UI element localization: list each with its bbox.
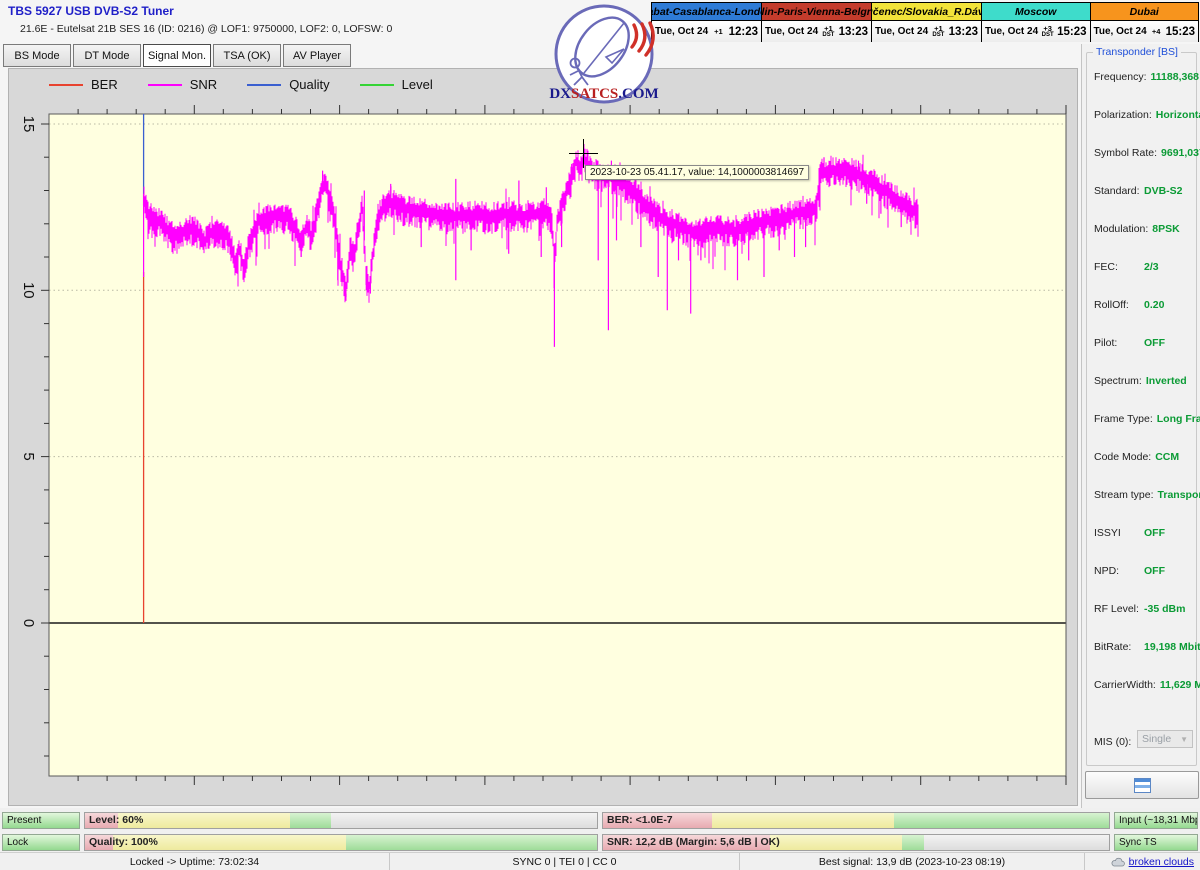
tab-tsa-ok-[interactable]: TSA (OK) <box>213 44 281 67</box>
signal-chart-panel: 0 5 10 15 BER SNR Quality Level <box>8 68 1078 806</box>
meters-area: Present Lock Input (~18,31 Mbps) Sync TS Lev… <box>0 808 1200 852</box>
weather-link[interactable]: broken clouds <box>1129 856 1194 868</box>
transponder-row-bitrate-: BitRate:19,198 Mbit/s <box>1094 641 1200 653</box>
status-best-signal: Best signal: 13,9 dB (2023-10-23 08:19) <box>740 853 1085 870</box>
world-clocks: Rabat-Casablanca-LondonTue, Oct 24+112:2… <box>652 2 1199 42</box>
transponder-row-npd-: NPD:OFF <box>1094 565 1165 577</box>
mis-select[interactable]: Single ▼ <box>1137 730 1193 748</box>
transponder-row-symbol-rate-: Symbol Rate:9691,037 KS/s <box>1094 147 1200 159</box>
transponder-row-fec-: FEC:2/3 <box>1094 261 1159 273</box>
transponder-groupbox: Transponder [BS] Frequency:11188,368 MHz… <box>1086 52 1197 766</box>
svg-text:5: 5 <box>20 452 37 460</box>
meter-label-snr: SNR: 12,2 dB (Margin: 5,6 dB | OK) <box>607 836 780 848</box>
clock-2: Lučenec/Slovakia_R.DávidTue, Oct 24+1DST… <box>871 2 982 42</box>
status-bar: Locked -> Uptime: 73:02:34 SYNC 0 | TEI … <box>0 852 1200 870</box>
transponder-row-polarization-: Polarization:Horizontal <box>1094 109 1200 121</box>
transponder-row-standard-: Standard:DVB-S2 <box>1094 185 1183 197</box>
svg-text:10: 10 <box>20 282 37 299</box>
clock-date: Tue, Oct 24 <box>655 26 708 37</box>
chart-tooltip: 2023-10-23 05.41.17, value: 14,100000381… <box>585 165 809 180</box>
meter-level: Level: 60% <box>84 812 598 829</box>
meter-quality: Quality: 100% <box>84 834 598 851</box>
cloud-icon <box>1111 857 1125 867</box>
legend-item-ber: BER <box>49 77 118 92</box>
clock-city: Lučenec/Slovakia_R.Dávid <box>872 3 981 21</box>
legend-item-level: Level <box>360 77 433 92</box>
layers-icon <box>1134 778 1151 793</box>
meter-snr: SNR: 12,2 dB (Margin: 5,6 dB | OK) <box>602 834 1110 851</box>
app-window: TBS 5927 USB DVB-S2 Tuner 21.6E - Eutels… <box>0 0 1200 870</box>
mis-label: MIS (0): <box>1094 736 1140 748</box>
clock-date: Tue, Oct 24 <box>875 26 928 37</box>
clock-city: Moscow <box>982 3 1090 21</box>
clock-time: 13:23 <box>949 26 978 38</box>
clock-date: Tue, Oct 24 <box>1094 26 1147 37</box>
clock-city: Dubai <box>1091 3 1199 21</box>
clock-0: Rabat-Casablanca-LondonTue, Oct 24+112:2… <box>651 2 762 42</box>
meter-label-ber: BER: <1.0E-7 <box>607 814 673 826</box>
status-weather: broken clouds <box>1085 853 1200 870</box>
legend-item-snr: SNR <box>148 77 217 92</box>
clock-time: 12:23 <box>729 26 758 38</box>
badge-present: Present <box>2 812 80 829</box>
transponder-row-rf-level-: RF Level:-35 dBm <box>1094 603 1185 615</box>
tab-av-player[interactable]: AV Player <box>283 44 351 67</box>
transponder-row-code-mode-: Code Mode:CCM <box>1094 451 1179 463</box>
clock-time: 13:23 <box>839 26 868 38</box>
chevron-down-icon: ▼ <box>1180 735 1188 744</box>
svg-text:0: 0 <box>20 619 37 627</box>
transponder-panel: Transponder [BS] Frequency:11188,368 MHz… <box>1081 44 1200 870</box>
clock-4: DubaiTue, Oct 24+415:23 <box>1090 2 1200 42</box>
window-title: TBS 5927 USB DVB-S2 Tuner <box>8 4 174 18</box>
clock-date: Tue, Oct 24 <box>985 26 1038 37</box>
transponder-row-frequency-: Frequency:11188,368 MHz <box>1094 71 1200 83</box>
dxsatcs-logo: DXSATCS.COM <box>548 1 660 112</box>
meter-label-level: Level: 60% <box>89 814 143 826</box>
transponder-row-rolloff-: RollOff:0.20 <box>1094 299 1164 311</box>
tab-bs-mode[interactable]: BS Mode <box>3 44 71 67</box>
clock-date: Tue, Oct 24 <box>765 26 818 37</box>
status-lock: Locked -> Uptime: 73:02:34 <box>0 853 390 870</box>
clock-city: Rabat-Casablanca-London <box>652 3 761 21</box>
clock-city: Berlin-Paris-Vienna-Belgrade <box>762 3 871 21</box>
transponder-title: Transponder [BS] <box>1093 46 1181 58</box>
svg-text:DXSATCS.COM: DXSATCS.COM <box>549 86 658 102</box>
meter-ber: BER: <1.0E-7 <box>602 812 1110 829</box>
legend-item-quality: Quality <box>247 77 329 92</box>
clock-1: Berlin-Paris-Vienna-BelgradeTue, Oct 24+… <box>761 2 872 42</box>
transponder-row-stream-type-: Stream type:Transport <box>1094 489 1200 501</box>
transponder-row-frame-type-: Frame Type:Long Frame <box>1094 413 1200 425</box>
signal-chart[interactable]: 0 5 10 15 <box>9 69 1079 807</box>
clock-time: 15:23 <box>1057 26 1086 38</box>
transponder-row-modulation-: Modulation:8PSK <box>1094 223 1180 235</box>
crosshair-vertical <box>583 139 584 168</box>
transponder-row-spectrum-: Spectrum:Inverted <box>1094 375 1187 387</box>
chart-legend: BER SNR Quality Level <box>49 77 463 92</box>
svg-text:15: 15 <box>20 116 37 133</box>
mis-value: Single <box>1142 733 1171 745</box>
transponder-row-issyi: ISSYIOFF <box>1094 527 1165 539</box>
meter-label-quality: Quality: 100% <box>89 836 158 848</box>
tab-dt-mode[interactable]: DT Mode <box>73 44 141 67</box>
tuner-subtitle: 21.6E - Eutelsat 21B SES 16 (ID: 0216) @… <box>20 23 392 35</box>
badge-lock: Lock <box>2 834 80 851</box>
clock-3: MoscowTue, Oct 24+3DST15:23 <box>981 2 1091 42</box>
badge-input-18-31-mbps-: Input (~18,31 Mbps) <box>1114 812 1198 829</box>
clock-time: 15:23 <box>1166 26 1195 38</box>
transponder-row-pilot-: Pilot:OFF <box>1094 337 1165 349</box>
tab-signal-mon-[interactable]: Signal Mon. <box>143 44 211 67</box>
transponder-row-carrierwidth-: CarrierWidth:11,629 MHz <box>1094 679 1200 691</box>
badge-sync-ts: Sync TS <box>1114 834 1198 851</box>
stream-layers-button[interactable] <box>1085 771 1199 799</box>
mode-tabs: BS ModeDT ModeSignal Mon.TSA (OK)AV Play… <box>3 44 351 67</box>
status-sync: SYNC 0 | TEI 0 | CC 0 <box>390 853 740 870</box>
mis-row: MIS (0): <box>1094 736 1140 748</box>
